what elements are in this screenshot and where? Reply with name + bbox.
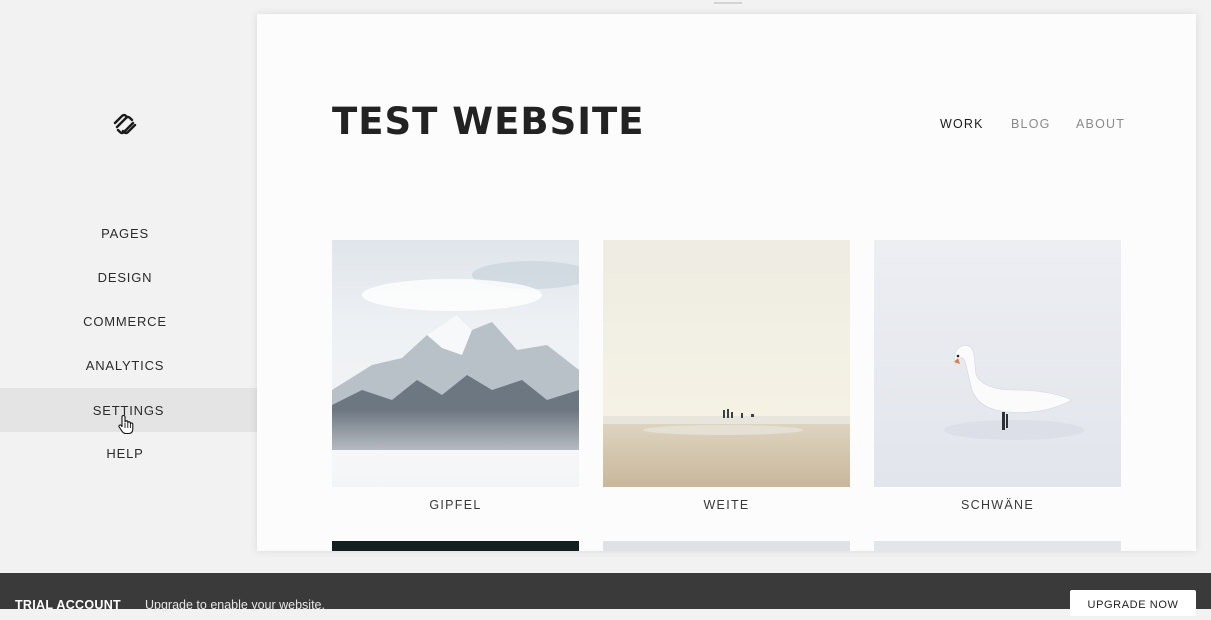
sidebar: PAGES DESIGN COMMERCE ANALYTICS SETTINGS… xyxy=(0,0,257,573)
gallery-image-row2-3[interactable] xyxy=(874,541,1121,551)
sidebar-item-label: HELP xyxy=(106,445,144,461)
gallery-image-gipfel[interactable] xyxy=(332,240,579,487)
gallery-caption-schwaene[interactable]: SCHWÄNE xyxy=(874,498,1121,512)
gallery-image-row2-2[interactable] xyxy=(603,541,850,551)
site-title[interactable]: TEST WEBSITE xyxy=(332,100,645,143)
trial-bar: TRIAL ACCOUNT Upgrade to enable your web… xyxy=(0,573,1211,616)
squarespace-logo-icon[interactable] xyxy=(112,112,138,136)
sidebar-item-label: COMMERCE xyxy=(83,313,167,329)
site-nav-blog[interactable]: BLOG xyxy=(1011,117,1051,131)
upgrade-now-button[interactable]: UPGRADE NOW xyxy=(1070,590,1196,616)
sidebar-item-pages[interactable]: PAGES xyxy=(0,211,250,255)
gallery-caption-weite[interactable]: WEITE xyxy=(603,498,850,512)
gallery-image-row2-1[interactable] xyxy=(332,541,579,551)
site-nav-about[interactable]: ABOUT xyxy=(1076,117,1125,131)
trial-account-label: TRIAL ACCOUNT xyxy=(15,598,121,612)
gallery-image-schwaene[interactable] xyxy=(874,240,1121,487)
site-nav-work[interactable]: WORK xyxy=(940,117,984,131)
upgrade-message: Upgrade to enable your website. xyxy=(145,598,325,612)
sidebar-item-label: PAGES xyxy=(101,225,149,241)
sidebar-item-help[interactable]: HELP xyxy=(0,431,250,475)
sidebar-item-commerce[interactable]: COMMERCE xyxy=(0,299,250,343)
website-preview[interactable]: TEST WEBSITE WORK BLOG ABOUT GIPFEL WEIT… xyxy=(257,14,1196,551)
drag-handle[interactable] xyxy=(714,2,742,4)
sidebar-item-analytics[interactable]: ANALYTICS xyxy=(0,343,250,387)
sidebar-item-label: ANALYTICS xyxy=(85,357,165,373)
sidebar-item-label: DESIGN xyxy=(97,269,153,285)
hand-cursor-icon xyxy=(117,414,135,436)
gallery-caption-gipfel[interactable]: GIPFEL xyxy=(332,498,579,512)
sidebar-item-design[interactable]: DESIGN xyxy=(0,255,250,299)
gallery-image-weite[interactable] xyxy=(603,240,850,487)
